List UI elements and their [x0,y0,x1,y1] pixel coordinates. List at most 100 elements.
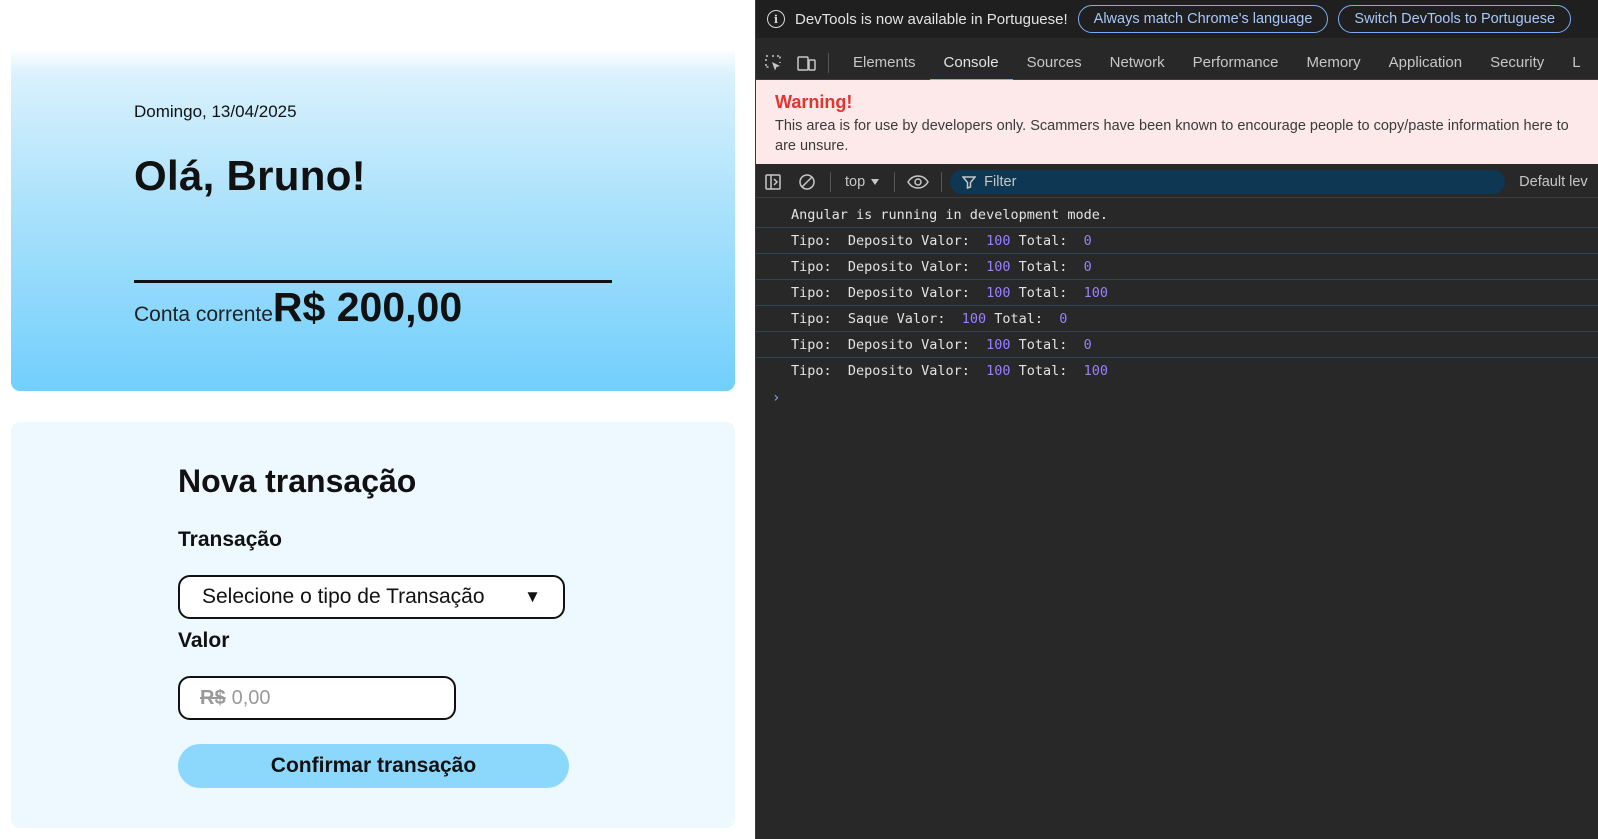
log-tipo-label: Tipo: [791,233,848,249]
currency-prefix: R$ [200,686,226,709]
inspect-element-icon[interactable] [756,54,790,72]
caret-down-icon [871,178,880,185]
chevron-down-icon: ▼ [524,587,541,606]
log-total-label: Total: [1010,285,1084,301]
tab-performance[interactable]: Performance [1179,46,1293,80]
account-label: Conta corrente [134,303,273,326]
log-tipo-label: Tipo: [791,259,848,275]
context-value: top [845,173,866,190]
log-valor: 100 [986,233,1011,249]
language-infobar: i DevTools is now available in Portugues… [756,0,1598,38]
log-total-label: Total: [1010,233,1084,249]
log-valor-label: Valor: [912,337,987,353]
tab-application[interactable]: Application [1375,46,1476,80]
warning-line-2: are unsure. [775,138,849,154]
confirm-transaction-button[interactable]: Confirmar transação [178,744,569,788]
console-log: Angular is running in development mode. … [756,202,1598,412]
clear-console-icon[interactable] [790,173,824,191]
log-total: 0 [1083,233,1092,249]
filter-input[interactable]: Filter [950,169,1506,194]
toolbar-separator [828,52,829,73]
log-total: 100 [1083,363,1109,379]
log-tipo: Deposito [847,233,913,249]
log-total-label: Total: [1010,337,1084,353]
switch-language-button[interactable]: Switch DevTools to Portuguese [1338,5,1572,33]
infobar-message: DevTools is now available in Portuguese! [795,10,1068,28]
log-total: 0 [1083,259,1092,275]
log-valor: 100 [986,285,1011,301]
log-total-label: Total: [1010,259,1084,275]
filter-placeholder: Filter [984,173,1017,190]
new-transaction-card: Nova transação Transação Selecione o tip… [11,422,735,828]
eye-icon[interactable] [901,174,935,190]
divider [134,280,612,283]
log-tipo-label: Tipo: [791,363,848,379]
log-tipo: Saque [847,311,889,327]
balance-card: Domingo, 13/04/2025 Olá, Bruno! Conta co… [11,48,735,391]
log-tipo: Deposito [847,285,913,301]
value-label: Valor [178,629,230,652]
tab-elements[interactable]: Elements [839,46,930,80]
log-tipo: Deposito [847,363,913,379]
transaction-type-label: Transação [178,528,282,551]
warning-title: Warning! [775,92,853,112]
log-valor: 100 [986,363,1011,379]
log-tipo: Deposito [847,337,913,353]
log-tipo-label: Tipo: [791,311,848,327]
console-prompt[interactable]: › [756,384,1598,412]
tab-memory[interactable]: Memory [1293,46,1375,80]
current-date: Domingo, 13/04/2025 [134,102,297,121]
toolbar-separator [830,171,831,192]
log-line: Tipo: Deposito Valor: 100 Total: 100 [756,358,1598,384]
log-tipo-label: Tipo: [791,337,848,353]
always-match-language-button[interactable]: Always match Chrome's language [1077,5,1329,33]
console-toolbar: top Filter Default lev [756,166,1598,198]
log-tipo-label: Tipo: [791,285,848,301]
log-valor-label: Valor: [912,363,987,379]
info-icon: i [767,10,785,28]
log-total-label: Total: [986,311,1060,327]
banking-app: Domingo, 13/04/2025 Olá, Bruno! Conta co… [0,0,755,839]
log-valor-label: Valor: [912,285,987,301]
devtools-panel: i DevTools is now available in Portugues… [755,0,1598,839]
greeting: Olá, Bruno! [134,152,366,199]
device-toolbar-icon[interactable] [790,54,824,72]
tab-sources[interactable]: Sources [1013,46,1096,80]
log-total: 100 [1083,285,1109,301]
log-line: Angular is running in development mode. [756,202,1598,228]
account-balance: Conta corrente R$ 200,00 [134,284,462,331]
transaction-type-value: Selecione o tipo de Transação [202,585,485,608]
tab-security[interactable]: Security [1476,46,1558,80]
log-valor: 100 [961,311,987,327]
warning-line-1: This area is for use by developers only.… [775,118,1569,134]
value-input[interactable]: R$ 0,00 [178,676,456,720]
log-line: Tipo: Deposito Valor: 100 Total: 0 [756,332,1598,358]
log-line: Tipo: Saque Valor: 100 Total: 0 [756,306,1598,332]
log-line: Tipo: Deposito Valor: 100 Total: 0 [756,254,1598,280]
toolbar-separator [894,171,896,192]
value-placeholder: 0,00 [231,686,271,709]
log-total: 0 [1059,311,1068,327]
log-total-label: Total: [1010,363,1084,379]
sidebar-toggle-icon[interactable] [756,173,790,191]
context-select[interactable]: top [837,174,888,190]
toolbar-separator [941,171,943,192]
self-xss-warning: Warning! This area is for use by develop… [756,80,1598,164]
log-valor-label: Valor: [912,259,987,275]
tab-overflow[interactable]: L [1558,46,1594,80]
log-line: Tipo: Deposito Valor: 100 Total: 0 [756,228,1598,254]
log-total: 0 [1083,337,1092,353]
account-value: R$ 200,00 [272,284,463,330]
tab-console[interactable]: Console [929,46,1013,81]
tab-network[interactable]: Network [1096,46,1179,80]
log-valor-label: Valor: [912,233,987,249]
log-line: Tipo: Deposito Valor: 100 Total: 100 [756,280,1598,306]
log-tipo: Deposito [847,259,913,275]
log-valor-label: Valor: [888,311,962,327]
transaction-title: Nova transação [178,463,417,499]
transaction-type-select[interactable]: Selecione o tipo de Transação ▼ [178,575,565,619]
log-valor: 100 [986,337,1011,353]
log-valor: 100 [986,259,1011,275]
log-levels-dropdown[interactable]: Default lev [1519,174,1588,190]
filter-icon [962,175,977,189]
